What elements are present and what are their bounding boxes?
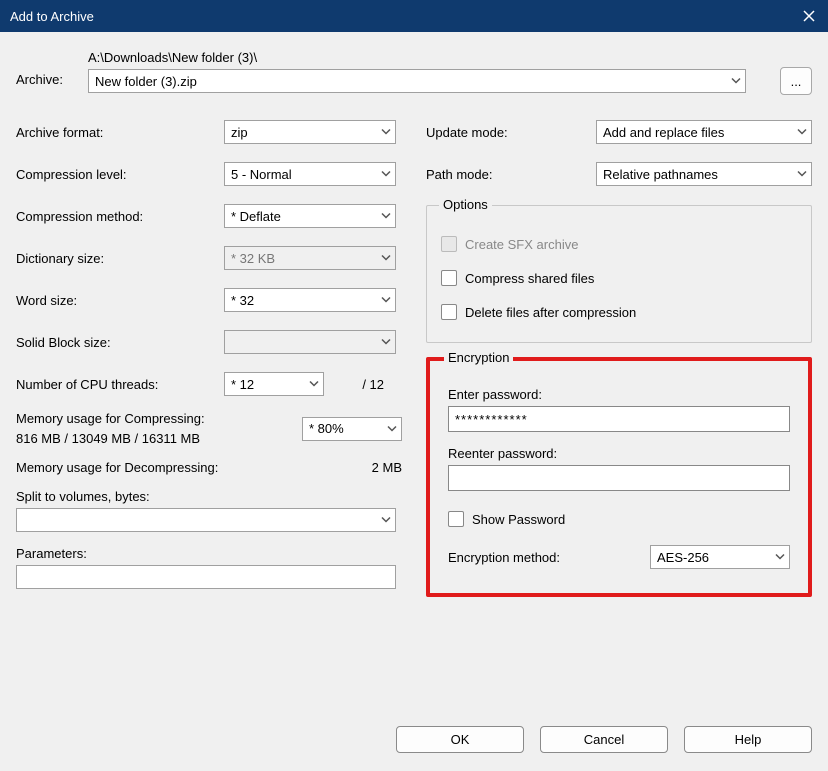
dialog-content: Archive: A:\Downloads\New folder (3)\ Ne… — [0, 32, 828, 607]
chevron-down-icon — [387, 421, 397, 436]
archive-filename-value: New folder (3).zip — [95, 74, 197, 89]
create-sfx-label: Create SFX archive — [465, 237, 578, 252]
compression-level-combo[interactable]: 5 - Normal — [224, 162, 396, 186]
chevron-down-icon — [797, 167, 807, 182]
show-password-checkbox[interactable] — [448, 511, 464, 527]
chevron-down-icon — [775, 550, 785, 565]
archive-label: Archive: — [16, 50, 88, 87]
archive-format-combo[interactable]: zip — [224, 120, 396, 144]
chevron-down-icon — [381, 167, 391, 182]
compression-method-label: Compression method: — [16, 209, 224, 224]
chevron-down-icon — [797, 125, 807, 140]
compress-shared-checkbox[interactable] — [441, 270, 457, 286]
memory-compress-values: 816 MB / 13049 MB / 16311 MB — [16, 429, 302, 449]
cpu-threads-label: Number of CPU threads: — [16, 377, 224, 392]
parameters-input[interactable] — [16, 565, 396, 589]
encryption-group: Encryption Enter password: Reenter passw… — [426, 357, 812, 597]
update-mode-value: Add and replace files — [603, 125, 724, 140]
dictionary-size-value: * 32 KB — [231, 251, 275, 266]
word-size-combo[interactable]: * 32 — [224, 288, 396, 312]
cpu-threads-max: / 12 — [324, 377, 388, 392]
help-label: Help — [735, 732, 762, 747]
path-mode-value: Relative pathnames — [603, 167, 718, 182]
cpu-threads-combo[interactable]: * 12 — [224, 372, 324, 396]
show-password-label: Show Password — [472, 512, 565, 527]
enter-password-label: Enter password: — [448, 387, 790, 402]
memory-decompress-value: 2 MB — [342, 460, 402, 475]
encryption-method-combo[interactable]: AES-256 — [650, 545, 790, 569]
reenter-password-label: Reenter password: — [448, 446, 790, 461]
split-volumes-combo[interactable] — [16, 508, 396, 532]
encryption-title: Encryption — [444, 350, 513, 365]
delete-after-label: Delete files after compression — [465, 305, 636, 320]
window-title: Add to Archive — [10, 9, 94, 24]
archive-format-label: Archive format: — [16, 125, 224, 140]
chevron-down-icon — [381, 513, 391, 528]
path-mode-combo[interactable]: Relative pathnames — [596, 162, 812, 186]
memory-compress-value: * 80% — [309, 421, 344, 436]
browse-label: ... — [791, 74, 802, 89]
options-title: Options — [439, 197, 492, 212]
archive-filename-combo[interactable]: New folder (3).zip — [88, 69, 746, 93]
help-button[interactable]: Help — [684, 726, 812, 753]
split-volumes-label: Split to volumes, bytes: — [16, 489, 402, 504]
compression-level-label: Compression level: — [16, 167, 224, 182]
chevron-down-icon — [381, 125, 391, 140]
delete-after-checkbox[interactable] — [441, 304, 457, 320]
parameters-label: Parameters: — [16, 546, 402, 561]
compression-method-combo[interactable]: * Deflate — [224, 204, 396, 228]
cancel-button[interactable]: Cancel — [540, 726, 668, 753]
cancel-label: Cancel — [584, 732, 624, 747]
update-mode-combo[interactable]: Add and replace files — [596, 120, 812, 144]
ok-label: OK — [451, 732, 470, 747]
ok-button[interactable]: OK — [396, 726, 524, 753]
compression-method-value: * Deflate — [231, 209, 281, 224]
browse-button[interactable]: ... — [780, 67, 812, 95]
reenter-password-input[interactable] — [448, 465, 790, 491]
titlebar: Add to Archive — [0, 0, 828, 32]
archive-path-text: A:\Downloads\New folder (3)\ — [88, 50, 812, 65]
dialog-footer: OK Cancel Help — [0, 712, 828, 771]
word-size-value: * 32 — [231, 293, 254, 308]
dictionary-size-label: Dictionary size: — [16, 251, 224, 266]
path-mode-label: Path mode: — [426, 167, 596, 182]
word-size-label: Word size: — [16, 293, 224, 308]
compression-level-value: 5 - Normal — [231, 167, 292, 182]
memory-compress-combo[interactable]: * 80% — [302, 417, 402, 441]
memory-decompress-label: Memory usage for Decompressing: — [16, 460, 342, 475]
dictionary-size-combo[interactable]: * 32 KB — [224, 246, 396, 270]
chevron-down-icon — [381, 251, 391, 266]
solid-block-label: Solid Block size: — [16, 335, 224, 350]
chevron-down-icon — [381, 293, 391, 308]
chevron-down-icon — [309, 377, 319, 392]
chevron-down-icon — [731, 74, 741, 89]
enter-password-input[interactable] — [448, 406, 790, 432]
encryption-method-label: Encryption method: — [448, 550, 650, 565]
solid-block-combo[interactable] — [224, 330, 396, 354]
options-group: Options Create SFX archive Compress shar… — [426, 205, 812, 343]
archive-format-value: zip — [231, 125, 248, 140]
update-mode-label: Update mode: — [426, 125, 596, 140]
chevron-down-icon — [381, 335, 391, 350]
compress-shared-label: Compress shared files — [465, 271, 594, 286]
chevron-down-icon — [381, 209, 391, 224]
memory-compress-label: Memory usage for Compressing: — [16, 409, 302, 429]
create-sfx-checkbox — [441, 236, 457, 252]
encryption-method-value: AES-256 — [657, 550, 709, 565]
cpu-threads-value: * 12 — [231, 377, 254, 392]
close-icon[interactable] — [800, 7, 818, 25]
